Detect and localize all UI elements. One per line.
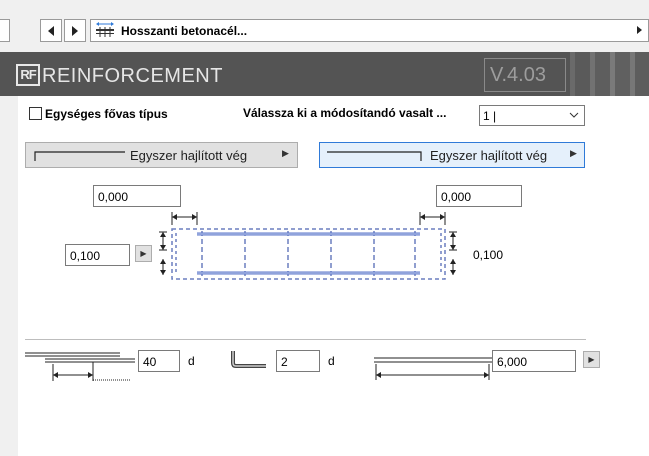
top-left-offset-value: 0,000 — [98, 190, 129, 204]
top-left-offset-field[interactable]: 0,000 — [93, 185, 181, 207]
bar-length-value: 6,000 — [497, 355, 528, 369]
bar-select-dropdown[interactable]: 1 | — [479, 105, 585, 126]
side-cover-value: 0,100 — [70, 249, 101, 263]
plugin-header: RF REINFORCEMENT V.4.03 — [0, 52, 649, 96]
offset-arrows — [171, 212, 446, 225]
bend-unit: d — [328, 354, 335, 368]
right-end-type-label: Egyszer hajlított vég — [430, 148, 548, 163]
select-bar-label: Válassza ki a módosítandó vasalt ... — [243, 106, 447, 120]
next-button[interactable] — [64, 19, 86, 42]
bent-end-left-icon — [34, 150, 126, 164]
previous-button[interactable] — [40, 19, 62, 42]
section-divider — [25, 339, 586, 340]
top-right-offset-field[interactable]: 0,000 — [436, 185, 522, 207]
bend-diameter-field[interactable]: 2 — [276, 350, 320, 372]
cover-arrows — [159, 231, 457, 275]
bar-length-icon — [374, 350, 492, 387]
triangle-right-icon: ▶ — [570, 148, 577, 158]
anchorage-length-value: 40 — [143, 355, 157, 369]
lap-splice-icon — [25, 346, 135, 389]
triangle-right-icon: ▶ — [282, 148, 289, 158]
uniform-bar-type-label: Egységes fővas típus — [45, 107, 168, 121]
triangle-right-icon — [72, 25, 78, 36]
rebar-layout-diagram — [159, 212, 457, 280]
right-end-type-button[interactable]: Egyszer hajlított vég ▶ — [319, 142, 585, 168]
bar-length-field[interactable]: 6,000 — [492, 350, 576, 372]
triangle-left-icon — [48, 25, 54, 36]
anchorage-unit: d — [188, 354, 195, 368]
plugin-title: REINFORCEMENT — [42, 65, 223, 87]
side-cover-menu-button[interactable]: ▶ — [135, 245, 152, 262]
bent-end-right-icon — [326, 150, 422, 164]
left-end-type-button[interactable]: Egyszer hajlított vég ▶ — [25, 142, 298, 168]
rf-logo: RF — [16, 64, 40, 86]
version-label: V.4.03 — [490, 64, 546, 86]
uniform-bar-type-checkbox[interactable] — [29, 107, 42, 120]
bar-select-value: 1 | — [483, 109, 497, 123]
top-right-offset-value: 0,000 — [441, 190, 472, 204]
anchorage-length-field[interactable]: 40 — [138, 350, 180, 372]
bend-diameter-value: 2 — [281, 355, 288, 369]
rebar-grid-icon — [95, 21, 115, 43]
side-cover-field[interactable]: 0,100 — [65, 244, 130, 266]
bend-hook-icon — [230, 349, 270, 372]
element-selector[interactable]: Hosszanti betonacél... — [90, 19, 649, 42]
chevron-down-icon — [569, 108, 579, 125]
bar-length-menu-button[interactable]: ▶ — [583, 351, 600, 368]
selector-arrow-icon — [637, 26, 642, 34]
left-panel-edge — [0, 19, 10, 42]
element-title: Hosszanti betonacél... — [121, 24, 248, 38]
stirrups — [201, 231, 416, 277]
left-end-type-label: Egyszer hajlított vég — [130, 148, 248, 163]
right-cover-label: 0,100 — [473, 248, 504, 262]
